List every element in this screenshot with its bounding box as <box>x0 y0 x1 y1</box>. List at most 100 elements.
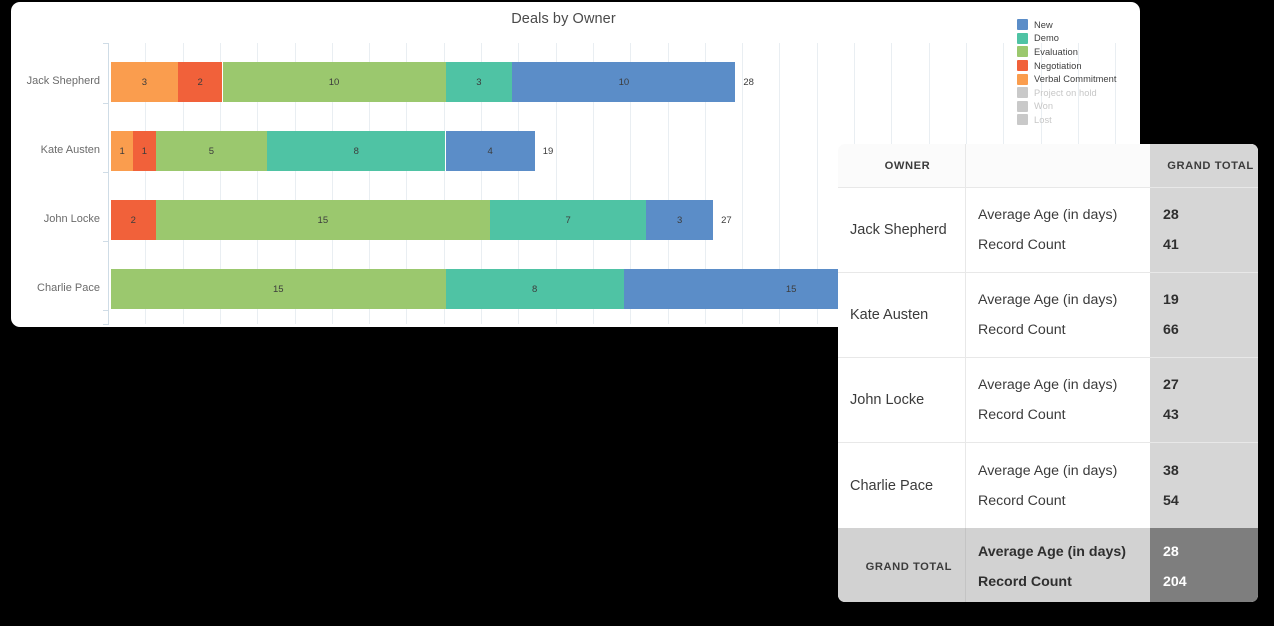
value-average-age: 28 <box>1163 207 1179 223</box>
bar-segment[interactable]: 1 <box>133 131 156 171</box>
chart-category-axis: Jack Shepherd Kate Austen John Locke Charli… <box>11 43 100 324</box>
value-average-age: 27 <box>1163 377 1179 393</box>
legend-swatch-icon <box>1017 114 1028 126</box>
bar-segment[interactable]: 2 <box>177 62 223 102</box>
table-grand-total-row: GRAND TOTAL Average Age (in days) Record… <box>838 528 1258 602</box>
legend-item-lost[interactable]: Lost <box>1017 113 1140 127</box>
table-body: Jack Shepherd Average Age (in days) Record… <box>838 188 1258 528</box>
value-record-count: 43 <box>1163 407 1179 423</box>
cell-owner: Charlie Pace <box>850 477 934 494</box>
table-row[interactable]: Jack Shepherd Average Age (in days) Record… <box>838 188 1258 273</box>
bar-segment[interactable]: 8 <box>267 131 446 171</box>
metric-label-record-count: Record Count <box>978 492 1066 509</box>
legend-swatch-icon <box>1017 87 1028 99</box>
bar-segment[interactable]: 4 <box>445 131 535 171</box>
metric-label-record-count: Record Count <box>978 322 1066 338</box>
bar-total-label: 28 <box>743 76 754 88</box>
legend-item-project-on-hold[interactable]: Project on hold <box>1017 86 1140 100</box>
chart-legend: New Demo Evaluation Negotiation Verbal Commi… <box>1017 18 1140 127</box>
bar-segment[interactable]: 3 <box>111 62 178 102</box>
category-axis-tick <box>103 241 109 242</box>
header-grand-total: GRAND TOTAL <box>1150 144 1258 187</box>
bar-group: 3 2 10 3 10 28 <box>108 62 1140 102</box>
cell-owner: Jack Shepherd <box>850 222 947 238</box>
bar-segment[interactable]: 15 <box>111 269 446 309</box>
bar-segment[interactable]: 10 <box>512 62 736 102</box>
legend-item-evaluation[interactable]: Evaluation <box>1017 45 1140 59</box>
value-average-age: 38 <box>1163 462 1179 479</box>
cell-owner: Kate Austen <box>850 307 929 323</box>
bar-segment[interactable]: 8 <box>445 269 624 309</box>
category-label: Kate Austen <box>40 144 100 156</box>
legend-item-label: Evaluation <box>1034 46 1078 57</box>
grand-total-values: 28 204 <box>1150 528 1258 602</box>
cell-metric-labels: Average Age (in days) Record Count <box>965 273 1150 357</box>
legend-swatch-icon <box>1017 32 1028 44</box>
value-average-age: 19 <box>1163 292 1179 308</box>
category-axis-tick <box>103 172 109 173</box>
category-label: John Locke <box>43 213 100 225</box>
cell-grand-total: 27 43 <box>1150 358 1258 442</box>
category-axis-tick <box>103 43 109 44</box>
category-axis-tick <box>103 324 109 325</box>
legend-item-label: Verbal Commitment <box>1034 74 1117 85</box>
legend-item-label: Lost <box>1034 114 1052 125</box>
table-row[interactable]: John Locke Average Age (in days) Record Co… <box>838 358 1258 443</box>
screenshot-root: Deals by Owner Jack Shepherd Kate Austen J… <box>0 0 1274 626</box>
table-row[interactable]: Charlie Pace Average Age (in days) Record … <box>838 443 1258 528</box>
legend-item-label: Negotiation <box>1034 60 1082 71</box>
legend-swatch-icon <box>1017 60 1028 72</box>
bar-segment[interactable]: 15 <box>155 200 491 240</box>
grand-total-metrics: Average Age (in days) Record Count <box>965 528 1150 602</box>
bar-segment[interactable]: 7 <box>490 200 647 240</box>
legend-item-new[interactable]: New <box>1017 18 1140 32</box>
header-metric <box>965 144 1150 187</box>
metric-label-record-count: Record Count <box>978 237 1066 253</box>
legend-item-label: Demo <box>1034 33 1059 44</box>
bar-segment[interactable]: 10 <box>222 62 446 102</box>
bar-segment[interactable]: 3 <box>646 200 714 240</box>
legend-item-won[interactable]: Won <box>1017 100 1140 114</box>
cell-metric-labels: Average Age (in days) Record Count <box>965 358 1150 442</box>
legend-item-label: Won <box>1034 101 1054 112</box>
legend-swatch-icon <box>1017 73 1028 85</box>
bar-segment[interactable]: 2 <box>111 200 156 240</box>
category-label: Charlie Pace <box>37 282 100 294</box>
metric-label-average-age: Average Age (in days) <box>978 292 1118 308</box>
cell-metric-labels: Average Age (in days) Record Count <box>965 188 1150 272</box>
value-record-count: 54 <box>1163 492 1179 509</box>
owner-summary-table: OWNER GRAND TOTAL Jack Shepherd Average A… <box>838 144 1258 602</box>
legend-swatch-icon <box>1017 100 1028 112</box>
chart-title: Deals by Owner <box>511 11 616 27</box>
cell-grand-total: 38 54 <box>1150 443 1258 528</box>
cell-grand-total: 28 41 <box>1150 188 1258 272</box>
header-owner: OWNER <box>884 159 931 172</box>
legend-swatch-icon <box>1017 19 1028 31</box>
metric-label-record-count: Record Count <box>978 407 1066 423</box>
value-record-count: 41 <box>1163 237 1179 253</box>
legend-item-negotiation[interactable]: Negotiation <box>1017 59 1140 73</box>
metric-label-average-age: Average Age (in days) <box>978 207 1118 223</box>
grand-total-average-age: 28 <box>1163 543 1179 560</box>
cell-owner: John Locke <box>850 392 925 408</box>
bar-segment[interactable]: 3 <box>445 62 513 102</box>
category-axis-tick <box>103 310 109 311</box>
cell-metric-labels: Average Age (in days) Record Count <box>965 443 1150 528</box>
metric-label-average-age: Average Age (in days) <box>978 462 1118 479</box>
metric-label-average-age: Average Age (in days) <box>978 377 1118 393</box>
bar-total-label: 19 <box>542 145 554 157</box>
category-axis-tick <box>103 103 109 104</box>
legend-swatch-icon <box>1017 46 1028 58</box>
value-record-count: 66 <box>1163 322 1179 338</box>
category-label: Jack Shepherd <box>26 75 100 87</box>
legend-item-label: Project on hold <box>1034 87 1097 98</box>
legend-item-demo[interactable]: Demo <box>1017 32 1140 46</box>
cell-grand-total: 19 66 <box>1150 273 1258 357</box>
bar-segment[interactable]: 1 <box>111 131 134 171</box>
table-row[interactable]: Kate Austen Average Age (in days) Record C… <box>838 273 1258 358</box>
metric-label-record-count: Record Count <box>978 573 1072 590</box>
metric-label-average-age: Average Age (in days) <box>978 543 1126 560</box>
legend-item-verbal-commitment[interactable]: Verbal Commitment <box>1017 72 1140 86</box>
bar-segment[interactable]: 5 <box>155 131 268 171</box>
legend-item-label: New <box>1034 19 1053 30</box>
